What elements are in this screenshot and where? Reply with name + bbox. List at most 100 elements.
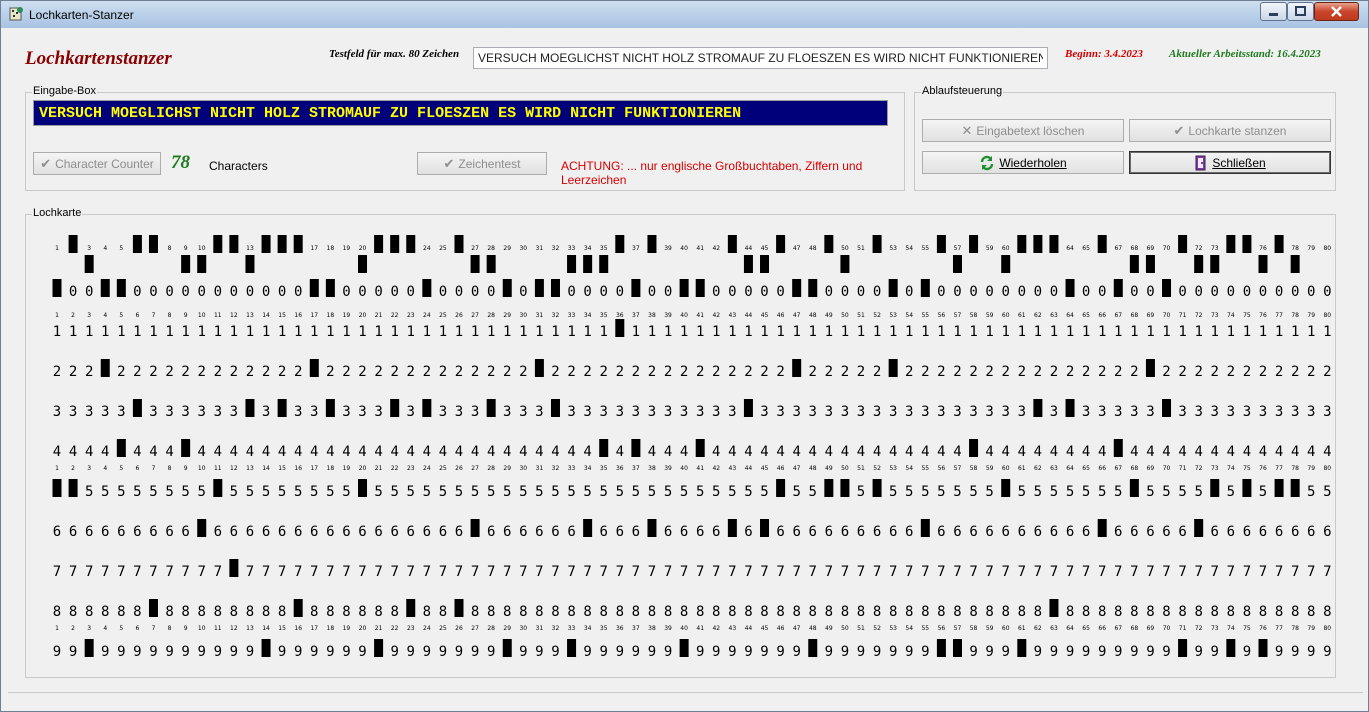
column-number: 57 bbox=[954, 245, 962, 252]
card-digit: 8 bbox=[101, 604, 109, 620]
card-digit: 3 bbox=[214, 404, 222, 420]
card-digit: 4 bbox=[326, 444, 334, 460]
card-digit: 8 bbox=[551, 604, 559, 620]
column-number: 38 bbox=[648, 312, 656, 319]
card-digit: 5 bbox=[117, 484, 125, 500]
schliessen-button[interactable]: Schließen bbox=[1129, 151, 1331, 174]
card-digit: 3 bbox=[583, 404, 591, 420]
punch-hole bbox=[325, 279, 335, 297]
card-digit: 4 bbox=[873, 444, 881, 460]
card-digit: 4 bbox=[69, 444, 77, 460]
card-digit: 1 bbox=[567, 324, 575, 340]
card-digit: 4 bbox=[310, 444, 318, 460]
column-number: 48 bbox=[809, 625, 817, 632]
card-digit: 1 bbox=[1178, 324, 1186, 340]
card-digit: 1 bbox=[889, 324, 897, 340]
eingabetext-loeschen-button[interactable]: ✕ Eingabetext löschen bbox=[922, 119, 1124, 142]
card-digit: 4 bbox=[342, 444, 350, 460]
lochkarte-stanzen-button[interactable]: ✔ Lochkarte stanzen bbox=[1129, 119, 1331, 142]
column-number: 60 bbox=[1002, 625, 1010, 632]
card-digit: 6 bbox=[85, 524, 93, 540]
wiederholen-button[interactable]: Wiederholen bbox=[922, 151, 1124, 174]
punch-hole bbox=[68, 235, 78, 253]
column-number: 34 bbox=[584, 312, 592, 319]
card-digit: 4 bbox=[519, 444, 527, 460]
card-digit: 7 bbox=[214, 564, 222, 580]
title-bar[interactable]: Lochkarten-Stanzer bbox=[1, 1, 1368, 28]
punch-hole bbox=[148, 599, 158, 617]
card-digit: 9 bbox=[648, 644, 656, 660]
card-digit: 6 bbox=[310, 524, 318, 540]
column-number: 4 bbox=[103, 465, 107, 472]
card-digit: 4 bbox=[921, 444, 929, 460]
punch-hole bbox=[470, 519, 480, 537]
card-digit: 6 bbox=[696, 524, 704, 540]
character-counter-button[interactable]: ✔ Character Counter bbox=[33, 152, 161, 175]
column-number: 4 bbox=[103, 245, 107, 252]
card-digit: 7 bbox=[953, 564, 961, 580]
column-number: 53 bbox=[889, 312, 897, 319]
column-number: 42 bbox=[712, 625, 720, 632]
column-number: 35 bbox=[600, 312, 608, 319]
card-digit: 5 bbox=[728, 484, 736, 500]
card-digit: 1 bbox=[198, 324, 206, 340]
minimize-button[interactable] bbox=[1260, 2, 1287, 21]
column-number: 10 bbox=[198, 312, 206, 319]
column-number: 50 bbox=[841, 312, 849, 319]
column-number: 74 bbox=[1227, 312, 1235, 319]
column-number: 70 bbox=[1163, 245, 1171, 252]
punch-hole bbox=[181, 255, 191, 273]
punch-hole bbox=[647, 235, 657, 253]
card-digit: 0 bbox=[600, 284, 608, 300]
lochkarte-group: Lochkarte 1 2 3 4 5 6 7 8 9 10 11 12 13 14 15 16 17 18 19 2… bbox=[25, 207, 1336, 678]
card-digit: 9 bbox=[69, 644, 77, 660]
card-digit: 2 bbox=[776, 364, 784, 380]
column-number: 51 bbox=[857, 245, 865, 252]
card-digit: 1 bbox=[117, 324, 125, 340]
card-digit: 9 bbox=[487, 644, 495, 660]
card-digit: 0 bbox=[407, 284, 415, 300]
card-digit: 6 bbox=[1130, 524, 1138, 540]
card-digit: 2 bbox=[825, 364, 833, 380]
zeichentest-button[interactable]: ✔ Zeichentest bbox=[417, 152, 547, 175]
column-number: 45 bbox=[761, 465, 769, 472]
column-number: 73 bbox=[1211, 465, 1219, 472]
card-digit: 4 bbox=[471, 444, 479, 460]
card-digit: 7 bbox=[1098, 564, 1106, 580]
column-number: 52 bbox=[873, 312, 881, 319]
card-digit: 5 bbox=[1323, 484, 1331, 500]
card-digit: 2 bbox=[53, 364, 61, 380]
column-number: 69 bbox=[1147, 312, 1155, 319]
card-digit: 8 bbox=[1082, 604, 1090, 620]
card-digit: 3 bbox=[358, 404, 366, 420]
close-button[interactable] bbox=[1314, 2, 1359, 21]
column-number: 2 bbox=[71, 625, 75, 632]
card-digit: 2 bbox=[374, 364, 382, 380]
card-digit: 6 bbox=[825, 524, 833, 540]
column-number: 61 bbox=[1018, 625, 1026, 632]
punch-hole bbox=[824, 235, 834, 253]
card-digit: 4 bbox=[1162, 444, 1170, 460]
card-digit: 4 bbox=[889, 444, 897, 460]
column-number: 70 bbox=[1163, 465, 1171, 472]
card-digit: 1 bbox=[407, 324, 415, 340]
eingabe-text-field[interactable]: VERSUCH MOEGLICHST NICHT HOLZ STROMAUF Z… bbox=[33, 100, 888, 126]
card-digit: 3 bbox=[969, 404, 977, 420]
card-digit: 2 bbox=[198, 364, 206, 380]
column-number: 24 bbox=[423, 625, 431, 632]
card-digit: 4 bbox=[712, 444, 720, 460]
card-digit: 7 bbox=[423, 564, 431, 580]
column-number: 33 bbox=[568, 625, 576, 632]
punch-hole bbox=[631, 279, 641, 297]
card-digit: 2 bbox=[583, 364, 591, 380]
card-digit: 4 bbox=[487, 444, 495, 460]
card-digit: 6 bbox=[1146, 524, 1154, 540]
character-counter-label: Character Counter bbox=[55, 156, 154, 171]
card-digit: 6 bbox=[1227, 524, 1235, 540]
maximize-button[interactable] bbox=[1287, 2, 1314, 21]
punch-hole bbox=[1242, 235, 1252, 253]
card-digit: 9 bbox=[471, 644, 479, 660]
card-digit: 6 bbox=[969, 524, 977, 540]
card-digit: 8 bbox=[198, 604, 206, 620]
testfeld-input[interactable] bbox=[473, 47, 1048, 69]
